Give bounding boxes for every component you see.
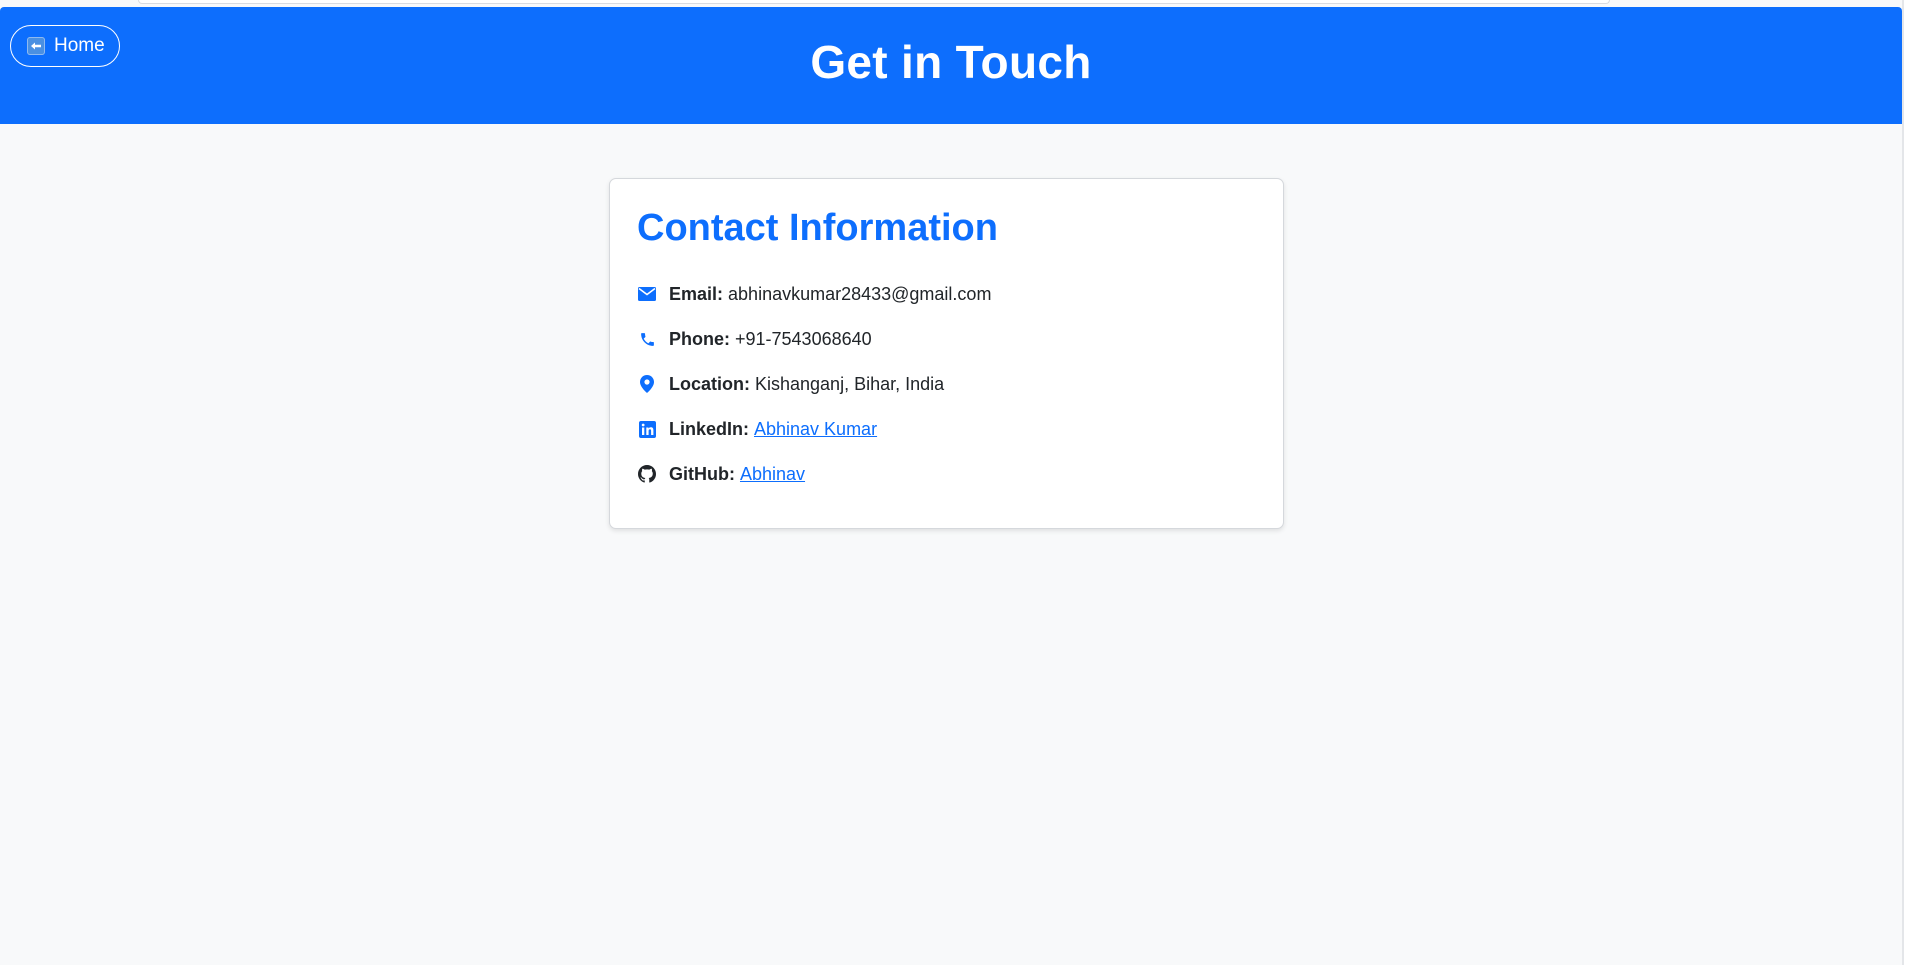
location-pin-icon	[637, 374, 657, 394]
browser-top-strip	[0, 0, 1902, 7]
phone-label: Phone:	[669, 328, 730, 349]
email-row: Email: abhinavkumar28433@gmail.com	[637, 281, 991, 307]
phone-row: Phone: +91-7543068640	[637, 326, 872, 352]
linkedin-icon	[637, 419, 657, 439]
location-value: Kishanganj, Bihar, India	[755, 373, 945, 394]
contact-card: Contact Information Email: abhinavkumar2…	[609, 178, 1284, 529]
github-icon	[637, 464, 657, 484]
email-label: Email:	[669, 283, 724, 304]
github-row: GitHub: Abhinav	[637, 461, 805, 487]
email-value: abhinavkumar28433@gmail.com	[728, 283, 992, 304]
linkedin-link[interactable]: Abhinav Kumar	[754, 419, 877, 440]
linkedin-row: LinkedIn: Abhinav Kumar	[637, 416, 877, 442]
address-bar-edge	[138, 0, 1610, 4]
github-link[interactable]: Abhinav	[740, 464, 805, 485]
location-row: Location: Kishanganj, Bihar, India	[637, 371, 944, 397]
phone-value: +91-7543068640	[735, 328, 872, 349]
page-viewport: Home Get in Touch Contact Information Em…	[0, 0, 1904, 965]
page-title: Get in Touch	[810, 36, 1092, 88]
location-label: Location:	[669, 373, 750, 394]
phone-icon	[637, 329, 657, 349]
page-header: Home Get in Touch	[0, 7, 1902, 124]
contact-heading: Contact Information	[637, 207, 998, 249]
linkedin-label: LinkedIn:	[669, 418, 749, 439]
github-label: GitHub:	[669, 463, 735, 484]
envelope-icon	[637, 284, 657, 304]
